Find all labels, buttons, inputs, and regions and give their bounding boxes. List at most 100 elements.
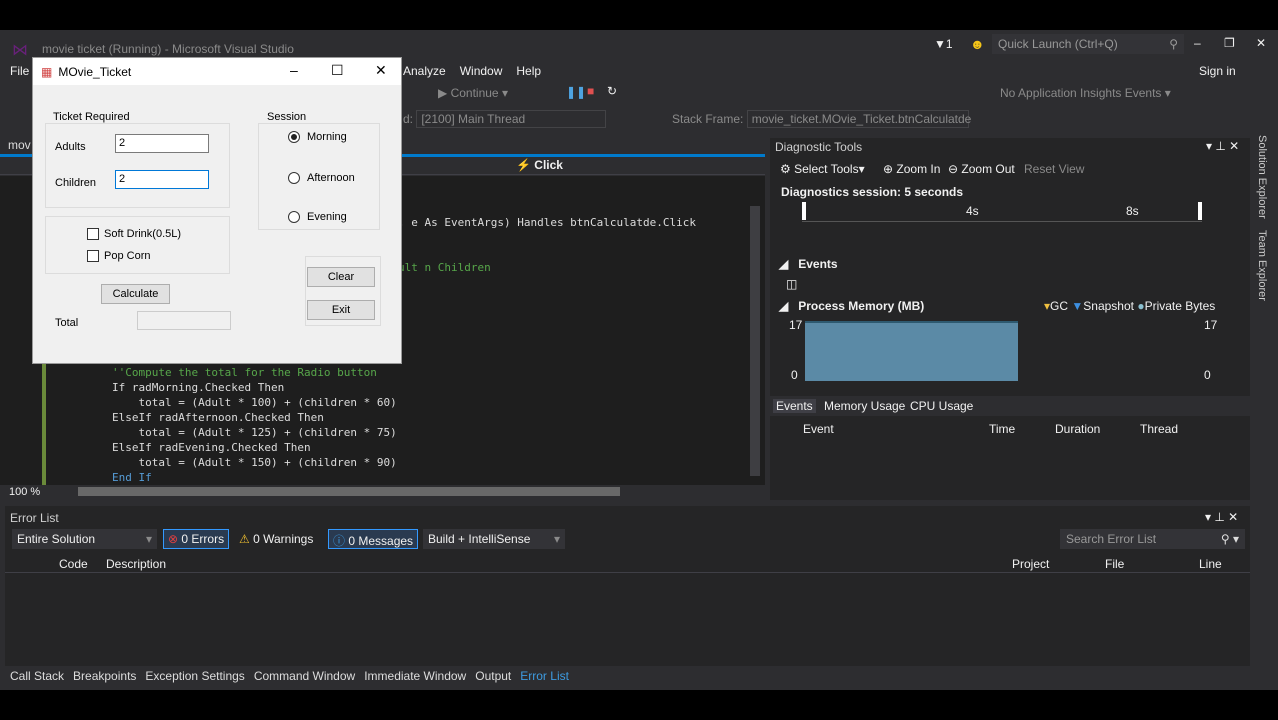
pop-corn-checkbox[interactable] [87, 250, 99, 262]
search-icon: ⚲ ▾ [1220, 532, 1239, 546]
column-event[interactable]: Event [803, 422, 834, 436]
close-button[interactable]: ✕ [1256, 36, 1266, 50]
tab-output[interactable]: Output [475, 669, 511, 683]
children-input[interactable]: 2 [115, 170, 209, 189]
calculate-button[interactable]: Calculate [101, 284, 170, 304]
tab-immediate-window[interactable]: Immediate Window [364, 669, 466, 683]
column-thread[interactable]: Thread [1140, 422, 1178, 436]
tab-call-stack[interactable]: Call Stack [10, 669, 64, 683]
memory-section[interactable]: ◢ Process Memory (MB) [779, 299, 924, 313]
memory-legend: ▾GC ▼Snapshot ●Private Bytes [1044, 299, 1216, 313]
morning-radio[interactable] [288, 131, 300, 143]
panel-pin-icon[interactable]: ▾ ⊥ ✕ [1205, 510, 1238, 524]
thread-dropdown[interactable]: [2100] Main Thread [416, 110, 607, 128]
restart-icon[interactable]: ↻ [607, 84, 617, 98]
reset-view-button[interactable]: Reset View [1024, 162, 1084, 176]
column-line[interactable]: Line [1199, 557, 1222, 571]
form-maximize-button[interactable]: ☐ [331, 62, 344, 79]
timeline-start-handle[interactable] [802, 202, 806, 220]
tab-memory-usage[interactable]: Memory Usage [824, 399, 905, 413]
timeline-ruler[interactable]: 4s 8s [802, 202, 1202, 222]
tab-error-list[interactable]: Error List [520, 669, 569, 683]
errors-filter-button[interactable]: ⊗ 0 Errors [163, 529, 230, 549]
code-line: ''Compute the total for the Radio button [112, 366, 377, 379]
tab-exception-settings[interactable]: Exception Settings [145, 669, 244, 683]
events-section[interactable]: ◢ Events [779, 257, 838, 271]
tab-breakpoints[interactable]: Breakpoints [73, 669, 136, 683]
exit-button[interactable]: Exit [307, 300, 375, 320]
errors-count: 0 Errors [181, 532, 225, 546]
column-project[interactable]: Project [1012, 557, 1049, 571]
tick-label: 4s [966, 204, 979, 218]
evening-label[interactable]: Evening [307, 211, 347, 223]
form-close-button[interactable]: ✕ [375, 62, 387, 79]
zoom-level[interactable]: 100 % [9, 486, 40, 498]
events-label: Events [798, 257, 838, 271]
afternoon-label[interactable]: Afternoon [307, 172, 355, 184]
menu-window[interactable]: Window [460, 64, 503, 78]
sign-in-link[interactable]: Sign in [1199, 64, 1236, 78]
panel-pin-icon[interactable]: ▾ ⊥ ✕ [1206, 139, 1239, 153]
menu-file[interactable]: File [10, 64, 29, 78]
morning-label[interactable]: Morning [307, 131, 347, 143]
total-output [137, 311, 231, 330]
search-error-list-input[interactable]: Search Error List ⚲ ▾ [1060, 529, 1245, 549]
pop-corn-label[interactable]: Pop Corn [104, 250, 150, 262]
column-time[interactable]: Time [989, 422, 1015, 436]
column-file[interactable]: File [1105, 557, 1124, 571]
stop-icon[interactable]: ■ [587, 84, 594, 98]
stack-frame-dropdown[interactable]: movie_ticket.MOvie_Ticket.btnCalculatde [746, 110, 971, 128]
event-dropdown[interactable]: ⚡ Click [516, 158, 563, 172]
side-tab-solution-explorer[interactable]: Solution Explorer [1256, 135, 1268, 219]
column-duration[interactable]: Duration [1055, 422, 1100, 436]
build-filter-dropdown[interactable]: Build + IntelliSense ▾ [423, 529, 565, 549]
app-insights-dropdown[interactable]: No Application Insights Events ▾ [1000, 86, 1171, 100]
warnings-count: 0 Warnings [253, 532, 314, 546]
memory-label: Process Memory (MB) [798, 299, 925, 313]
memory-area [805, 321, 1018, 381]
menu-help[interactable]: Help [516, 64, 541, 78]
continue-button[interactable]: ▶ Continue ▾ [438, 86, 508, 100]
soft-drink-label[interactable]: Soft Drink(0.5L) [104, 228, 181, 240]
horizontal-scrollbar[interactable] [78, 487, 620, 496]
extras-group [45, 216, 230, 274]
app-icon: ▦ [41, 64, 53, 79]
code-line: ult n Children [398, 261, 491, 274]
diag-title: Diagnostic Tools [775, 140, 863, 154]
notification-flag-icon[interactable]: ▼1 [934, 37, 953, 51]
adults-input[interactable]: 2 [115, 134, 209, 153]
search-placeholder: Search Error List [1066, 532, 1157, 546]
column-code[interactable]: Code [59, 557, 88, 571]
restore-button[interactable]: ❐ [1224, 36, 1235, 50]
timeline-end-handle[interactable] [1198, 202, 1202, 220]
evening-radio[interactable] [288, 211, 300, 223]
pause-icon[interactable]: ❚❚ [566, 85, 586, 99]
zoom-out-button[interactable]: ⊖ Zoom Out [948, 162, 1015, 176]
messages-count: 0 Messages [348, 534, 414, 548]
warnings-filter-button[interactable]: ⚠ 0 Warnings [239, 532, 313, 546]
column-description[interactable]: Description [106, 557, 166, 571]
minimize-button[interactable]: – [1194, 36, 1201, 50]
editor-tab[interactable]: mov [8, 138, 31, 152]
tab-cpu-usage[interactable]: CPU Usage [910, 399, 973, 413]
menu-analyze[interactable]: Analyze [403, 64, 446, 78]
form-minimize-button[interactable]: – [290, 62, 298, 78]
afternoon-radio[interactable] [288, 172, 300, 184]
soft-drink-checkbox[interactable] [87, 228, 99, 240]
pause-events-icon[interactable]: ◫ [786, 277, 797, 291]
tab-command-window[interactable]: Command Window [254, 669, 355, 683]
feedback-smiley-icon[interactable]: ☻ [970, 36, 985, 52]
tick-label: 8s [1126, 204, 1139, 218]
side-tab-team-explorer[interactable]: Team Explorer [1256, 230, 1268, 301]
scope-dropdown[interactable]: Entire Solution ▾ [12, 529, 157, 549]
error-list-header [5, 553, 1250, 573]
legend-snapshot: Snapshot [1083, 299, 1134, 313]
messages-filter-button[interactable]: ⓘ 0 Messages [328, 529, 419, 549]
quick-launch-input[interactable]: Quick Launch (Ctrl+Q) ⚲ [992, 34, 1184, 54]
clear-button[interactable]: Clear [307, 267, 375, 287]
zoom-in-label: Zoom In [896, 162, 941, 176]
select-tools-button[interactable]: ⚙ Select Tools▾ [780, 162, 865, 176]
vertical-scrollbar[interactable] [750, 206, 760, 476]
tab-events[interactable]: Events [773, 399, 816, 413]
zoom-in-button[interactable]: ⊕ Zoom In [883, 162, 940, 176]
